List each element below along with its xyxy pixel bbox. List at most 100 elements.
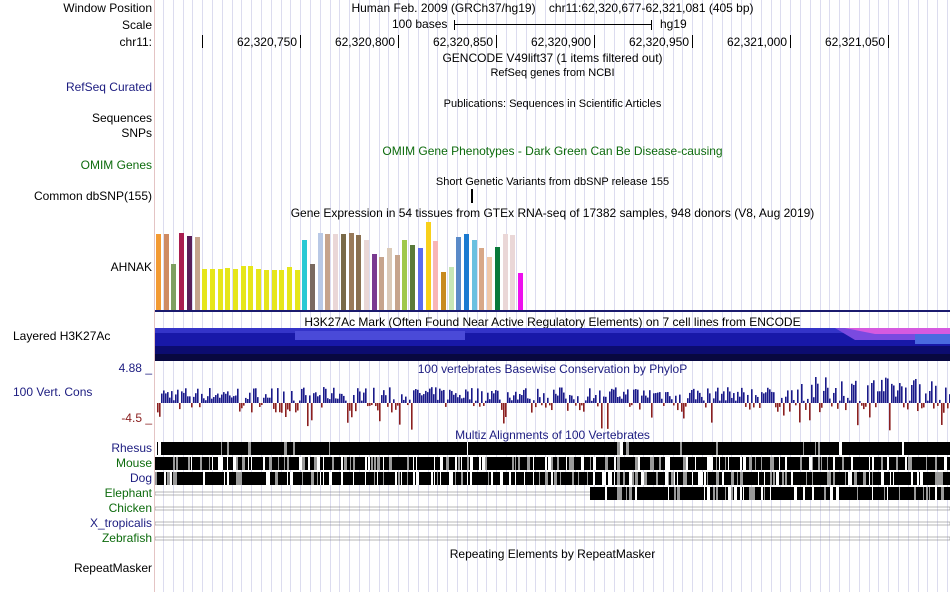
gtex-tissue-bar[interactable] — [356, 235, 362, 310]
gtex-tissue-bar[interactable] — [310, 264, 315, 310]
h3k27ac-signal[interactable] — [155, 328, 950, 361]
gtex-tissue-bar[interactable] — [433, 241, 439, 310]
phylop-bar — [945, 387, 947, 403]
gtex-tissue-bar[interactable] — [471, 240, 477, 310]
gtex-tissue-bar[interactable] — [240, 266, 246, 310]
gtex-tissue-bar[interactable] — [333, 234, 339, 310]
track-label-sequences[interactable]: Sequences — [92, 111, 152, 125]
gtex-tissue-bar[interactable] — [171, 264, 177, 310]
track-label-dbsnp[interactable]: Common dbSNP(155) — [34, 189, 152, 203]
track-label-h3k27ac[interactable]: Layered H3K27Ac — [13, 329, 110, 343]
multiz-title[interactable]: Multiz Alignments of 100 Vertebrates — [155, 428, 950, 442]
species-label-rhesus[interactable]: Rhesus — [111, 441, 152, 455]
alignment-mismatch — [611, 472, 612, 485]
alignment-xtropicalis[interactable] — [155, 516, 950, 531]
gtex-tissue-bar[interactable] — [417, 248, 423, 310]
track-label-gtex-gene[interactable]: AHNAK — [111, 260, 152, 274]
gtex-title[interactable]: Gene Expression in 54 tissues from GTEx … — [155, 206, 950, 220]
gtex-tissue-bar[interactable] — [202, 269, 208, 310]
alignment-dog[interactable] — [155, 471, 950, 486]
gtex-tissue-bar[interactable] — [248, 266, 254, 310]
snp-variant-mark[interactable] — [471, 189, 473, 203]
alignment-mismatch — [935, 487, 937, 500]
gtex-tissue-bar[interactable] — [517, 273, 523, 310]
alignment-elephant[interactable] — [155, 486, 950, 501]
gtex-tissue-bar[interactable] — [479, 248, 485, 310]
gtex-tissue-bar[interactable] — [379, 257, 385, 310]
alignment-chicken[interactable] — [155, 501, 950, 516]
alignment-mismatch — [551, 472, 553, 485]
refseq-title[interactable]: RefSeq genes from NCBI — [155, 66, 950, 80]
gtex-tissue-bar[interactable] — [225, 268, 231, 310]
gtex-tissue-bar[interactable] — [487, 257, 493, 310]
gtex-tissue-bar[interactable] — [217, 269, 223, 310]
gtex-tissue-bar[interactable] — [294, 270, 300, 310]
phylop-bar — [161, 393, 163, 403]
alignment-mismatch — [728, 457, 729, 470]
gtex-tissue-bar[interactable] — [425, 222, 431, 310]
gtex-tissue-bar[interactable] — [156, 234, 161, 310]
track-plot-area[interactable]: Human Feb. 2009 (GRCh37/hg19) chr11:62,3… — [155, 0, 950, 592]
species-label-dog[interactable]: Dog — [130, 471, 152, 485]
phylop-bar — [863, 403, 865, 410]
phylop-bar — [899, 383, 901, 403]
track-label-refseq[interactable]: RefSeq Curated — [66, 80, 152, 94]
gtex-tissue-bar[interactable] — [448, 267, 454, 310]
track-label-snps[interactable]: SNPs — [121, 126, 152, 140]
gtex-tissue-bar[interactable] — [348, 233, 354, 310]
gtex-tissue-bar[interactable] — [394, 255, 400, 310]
gtex-tissue-bar[interactable] — [494, 247, 500, 310]
alignment-rhesus[interactable] — [155, 441, 950, 456]
gtex-tissue-bar[interactable] — [186, 236, 192, 310]
h3k27ac-title[interactable]: H3K27Ac Mark (Often Found Near Active Re… — [155, 315, 950, 329]
species-label-elephant[interactable]: Elephant — [105, 486, 152, 500]
track-label-repeatmasker[interactable]: RepeatMasker — [74, 561, 152, 575]
gtex-tissue-bar[interactable] — [279, 270, 285, 310]
publications-title[interactable]: Publications: Sequences in Scientific Ar… — [155, 97, 950, 111]
gtex-tissue-bar[interactable] — [340, 234, 346, 310]
gtex-tissue-bar[interactable] — [402, 240, 408, 310]
gtex-tissue-bar[interactable] — [302, 240, 308, 310]
phylop-bar — [655, 393, 657, 403]
track-label-cons[interactable]: 100 Vert. Cons — [13, 385, 92, 399]
gtex-tissue-bar[interactable] — [510, 235, 516, 310]
phylop-bar — [319, 395, 321, 403]
gtex-tissue-bar[interactable] — [371, 254, 377, 310]
gtex-tissue-bar[interactable] — [209, 269, 215, 310]
phylop-plot[interactable] — [155, 370, 950, 432]
gtex-tissue-bar[interactable] — [233, 269, 238, 310]
alignment-mismatch — [803, 487, 805, 500]
gtex-tissue-bar[interactable] — [179, 233, 185, 310]
gtex-tissue-bar[interactable] — [387, 248, 392, 310]
species-label-chicken[interactable]: Chicken — [109, 501, 152, 515]
alignment-zebrafish[interactable] — [155, 531, 950, 546]
alignment-mismatch — [353, 472, 354, 485]
gtex-tissue-bar[interactable] — [256, 269, 262, 310]
gtex-tissue-bar[interactable] — [194, 237, 200, 310]
gtex-tissue-bar[interactable] — [456, 237, 462, 310]
omim-title[interactable]: OMIM Gene Phenotypes - Dark Green Can Be… — [155, 144, 950, 158]
gtex-tissue-bar[interactable] — [502, 234, 508, 310]
track-label-omim[interactable]: OMIM Genes — [81, 158, 152, 172]
gtex-tissue-bar[interactable] — [325, 234, 331, 310]
gtex-tissue-bar[interactable] — [317, 233, 323, 310]
gtex-tissue-bar[interactable] — [286, 267, 292, 310]
gtex-tissue-bar[interactable] — [271, 270, 277, 310]
gtex-tissue-bar[interactable] — [464, 234, 469, 310]
gencode-title[interactable]: GENCODE V49lift37 (1 items filtered out) — [155, 51, 950, 65]
gtex-bar-chart[interactable] — [155, 220, 533, 310]
phylop-bar — [941, 403, 943, 425]
gtex-tissue-bar[interactable] — [163, 234, 169, 310]
gtex-tissue-bar[interactable] — [363, 240, 369, 310]
phylop-bar — [457, 397, 459, 403]
alignment-mouse[interactable] — [155, 456, 950, 471]
species-label-zebrafish[interactable]: Zebrafish — [102, 531, 152, 545]
gtex-tissue-bar[interactable] — [440, 272, 446, 310]
alignment-mismatch — [572, 472, 574, 485]
species-label-xtropicalis[interactable]: X_tropicalis — [90, 516, 152, 530]
dbsnp-title[interactable]: Short Genetic Variants from dbSNP releas… — [155, 175, 950, 189]
species-label-mouse[interactable]: Mouse — [116, 456, 152, 470]
gtex-tissue-bar[interactable] — [410, 245, 416, 310]
repeat-title[interactable]: Repeating Elements by RepeatMasker — [155, 547, 950, 561]
gtex-tissue-bar[interactable] — [263, 270, 269, 310]
